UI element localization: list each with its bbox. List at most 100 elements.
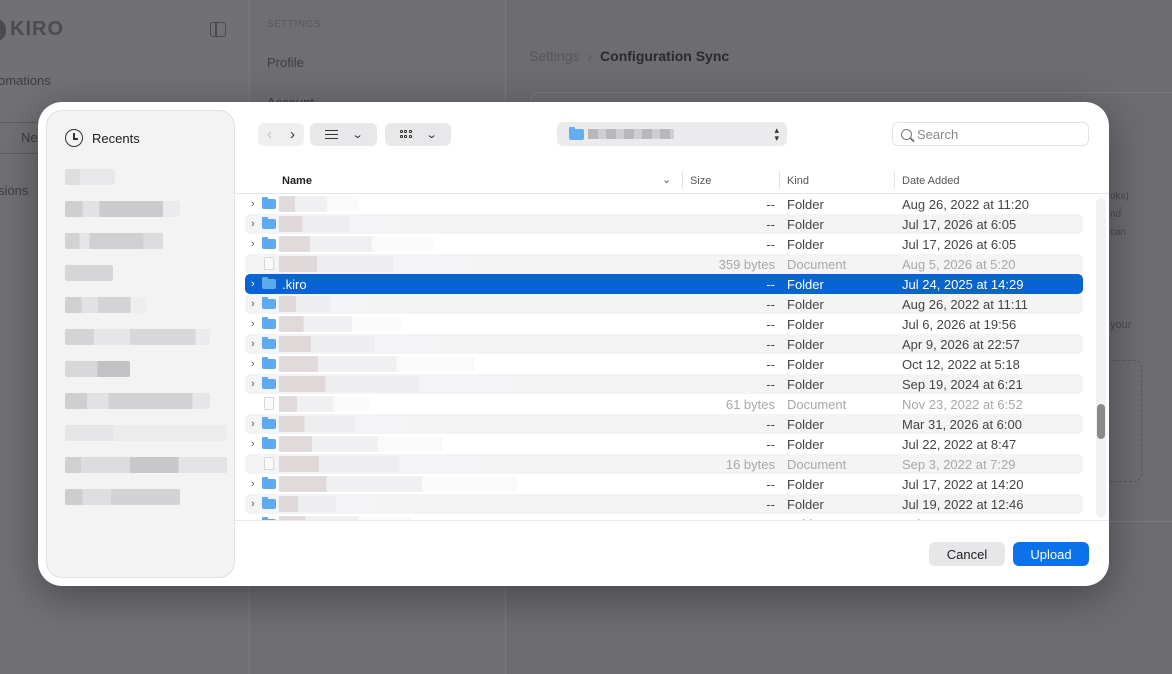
column-size[interactable]: Size [690,175,711,187]
file-date: Sep 3, 2022 at 7:29 [902,457,1016,472]
group-view-button[interactable]: ⌄ [385,123,451,146]
search-icon [901,128,912,140]
redacted-file-name [279,476,517,492]
settings-item-profile[interactable]: Profile [267,55,304,70]
file-row[interactable]: › -- Folder Mar 31, 2026 at 6:00 [235,414,1109,434]
file-row[interactable]: › -- Folder Aug 26, 2022 at 11:20 [235,194,1109,214]
folder-icon [262,297,276,309]
redacted-sidebar-item[interactable] [65,233,163,249]
file-kind: Folder [787,217,824,232]
column-name[interactable]: Name [282,175,312,187]
file-kind: Document [787,397,847,412]
file-row[interactable]: › -- Folder Jul 17, 2022 at 14:20 [235,474,1109,494]
folder-icon [262,437,276,449]
sidebar-item-sessions[interactable]: sions [0,183,28,198]
file-row[interactable]: › -- Folder Sep 19, 2024 at 6:21 [235,374,1109,394]
file-name: .kiro [282,277,307,292]
sidebar-item-automations[interactable]: omations [0,73,51,88]
redacted-file-name [279,396,369,412]
file-kind: Folder [787,497,824,512]
folder-icon [262,377,276,389]
file-size: 16 bytes [725,457,775,472]
file-row[interactable]: › .kiro -- Folder Jul 24, 2025 at 14:29 [235,274,1109,294]
file-row[interactable]: › -- Folder Oct 12, 2022 at 5:18 [235,354,1109,374]
folder-icon [262,357,276,369]
file-row[interactable]: 16 bytes Document Sep 3, 2022 at 7:29 [235,454,1109,474]
disclosure-triangle-icon[interactable]: › [251,438,255,450]
file-row[interactable]: › -- Folder Aug 26, 2022 at 11:11 [235,294,1109,314]
sidebar-item-recents[interactable]: Recents [65,129,140,147]
file-date: Mar 31, 2026 at 6:00 [902,417,1022,432]
file-row[interactable]: 359 bytes Document Aug 5, 2026 at 5:20 [235,254,1109,274]
file-date: Nov 23, 2022 at 6:52 [902,397,1023,412]
dialog-sidebar: Recents [46,110,235,578]
list-view-button[interactable]: ⌄ [310,123,377,146]
file-size: 359 bytes [718,257,775,272]
cancel-button[interactable]: Cancel [929,542,1005,566]
file-row[interactable]: 61 bytes Document Nov 23, 2022 at 6:52 [235,394,1109,414]
disclosure-triangle-icon[interactable]: › [251,338,255,350]
file-row[interactable]: › -- Folder Jul 17, 2026 at 6:05 [235,234,1109,254]
kiro-ghost-icon [0,18,6,41]
file-date: Jul 17, 2022 at 14:20 [902,477,1024,492]
disclosure-triangle-icon[interactable]: › [251,318,255,330]
disclosure-triangle-icon[interactable]: › [251,358,255,370]
file-list: › -- Folder Aug 26, 2022 at 11:20 › -- Folder J… [235,194,1109,520]
toggle-sidebar-icon[interactable] [210,22,226,37]
file-kind: Folder [787,357,824,372]
file-row[interactable]: › -- Folder Jul 19, 2022 at 12:46 [235,494,1109,514]
redacted-sidebar-item[interactable] [65,265,113,281]
redacted-sidebar-item[interactable] [65,329,210,345]
redacted-file-name [279,256,470,272]
file-row[interactable]: › -- Folder Apr 9, 2026 at 22:57 [235,334,1109,354]
forward-button[interactable]: › [281,123,304,146]
file-kind: Folder [787,297,824,312]
redacted-sidebar-item[interactable] [65,457,227,473]
scrollbar[interactable] [1096,198,1106,518]
location-popup[interactable]: ▴ ▾ [557,122,787,146]
redacted-sidebar-item[interactable] [65,169,115,185]
file-date: Aug 5, 2026 at 5:20 [902,257,1016,272]
disclosure-triangle-icon[interactable]: › [251,278,255,290]
disclosure-triangle-icon[interactable]: › [251,418,255,430]
redacted-sidebar-item[interactable] [65,393,210,409]
redacted-sidebar-item[interactable] [65,361,130,377]
redacted-sidebar-item[interactable] [65,297,147,313]
document-icon [264,397,274,410]
file-kind: Folder [787,277,824,292]
file-row[interactable]: › -- Folder Jul 17, 2026 at 6:05 [235,214,1109,234]
redacted-sidebar-item[interactable] [65,425,227,441]
redacted-sidebar-item[interactable] [65,201,180,217]
search-field[interactable] [892,122,1089,146]
disclosure-triangle-icon[interactable]: › [251,498,255,510]
disclosure-triangle-icon[interactable]: › [251,198,255,210]
search-input[interactable] [917,126,1077,142]
document-icon [264,457,274,470]
redacted-file-name [279,496,374,512]
file-size: -- [766,297,775,312]
breadcrumb-parent[interactable]: Settings [529,48,580,64]
chevron-down-icon: ⌄ [351,129,364,141]
redacted-sidebar-item[interactable] [65,489,180,505]
file-row[interactable]: › -- Folder Jul 22, 2022 at 8:47 [235,434,1109,454]
clock-icon [65,129,83,147]
back-button[interactable]: ‹ [258,123,281,146]
file-size: -- [766,437,775,452]
file-size: -- [766,277,775,292]
disclosure-triangle-icon[interactable]: › [251,238,255,250]
upload-button[interactable]: Upload [1013,542,1089,566]
file-kind: Folder [787,237,824,252]
recents-label: Recents [92,130,140,146]
column-date-added[interactable]: Date Added [902,175,960,187]
card-text-fragment: your [1110,319,1132,331]
folder-icon [262,197,276,209]
file-row[interactable]: › -- Folder Jul 6, 2026 at 19:56 [235,314,1109,334]
sort-chevron-icon[interactable]: ⌄ [662,173,671,186]
folder-icon [262,217,276,229]
disclosure-triangle-icon[interactable]: › [251,298,255,310]
column-kind[interactable]: Kind [787,175,809,187]
disclosure-triangle-icon[interactable]: › [251,478,255,490]
disclosure-triangle-icon[interactable]: › [251,378,255,390]
scrollbar-thumb[interactable] [1097,404,1105,439]
disclosure-triangle-icon[interactable]: › [251,218,255,230]
